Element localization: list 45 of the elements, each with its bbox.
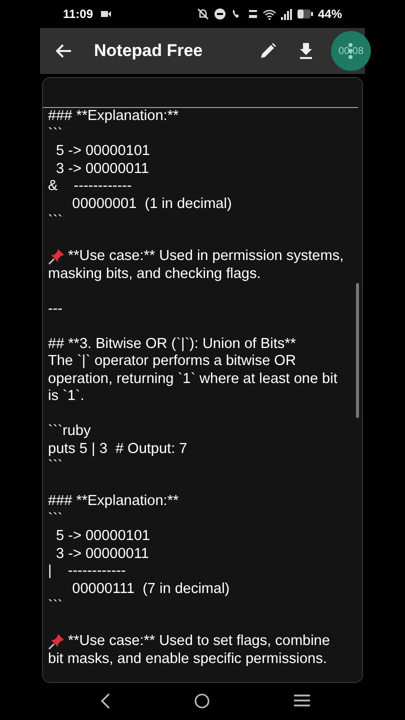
note-text-line: ### **Explanation:** [48, 108, 179, 126]
note-text-line: & ------------ [48, 178, 132, 196]
note-text-line: ### **Explanation:** [48, 493, 179, 510]
pushpin-icon [48, 248, 65, 266]
home-icon[interactable] [194, 692, 210, 708]
note-text-line: | ------------ [48, 563, 126, 580]
signal-icon [280, 8, 292, 20]
note-text-line: operation, returning `1` where at least one bit [48, 370, 338, 388]
download-icon[interactable] [299, 43, 313, 59]
note-text-line: ``` [48, 213, 62, 230]
note-text-line: 00000001 (1 in decimal) [71, 196, 232, 213]
note-text-line: ## **3. Bitwise OR (`|`): Union of Bits** [48, 336, 296, 353]
note-text-line: 3 -> 00000011 [55, 160, 149, 178]
note-text-line: puts 5 | 3 # Output: 7 [48, 440, 188, 458]
battery-icon [296, 9, 313, 19]
battery-percentage: 44% [318, 6, 342, 23]
pencil-icon[interactable] [259, 42, 277, 60]
note-text-line: ``` [48, 458, 62, 476]
note-text-line: bit masks, and enable specific permissions. [48, 650, 327, 668]
note-text-line: is `1`. [48, 388, 84, 406]
video-camera-icon [101, 10, 112, 18]
app-title: Notepad Free [94, 40, 203, 62]
note-text-line: ``` [48, 126, 62, 143]
note-text-line: 00000111 (7 in decimal) [71, 580, 230, 598]
note-text-line: 3 -> 00000011 [55, 546, 149, 563]
muted-bell-icon [196, 8, 209, 20]
recording-timer: 00:08 [331, 31, 371, 71]
note-text-line: masking bits, and checking flags. [48, 266, 261, 283]
back-icon[interactable] [100, 692, 110, 708]
scrollbar-thumb[interactable] [356, 283, 359, 418]
note-text-line: ```ruby [48, 423, 91, 440]
back-arrow-icon[interactable] [56, 44, 72, 58]
status-time: 11:09 [63, 6, 94, 23]
note-text-line: The `|` operator performs a bitwise OR [48, 353, 296, 370]
note-text-line: 5 -> 00000101 [55, 143, 150, 160]
pushpin-icon [48, 633, 65, 650]
note-text-line: ``` [48, 598, 62, 616]
do-not-disturb-icon [214, 8, 226, 20]
note-text-line: **Use case:** Used to set flags, combine [68, 633, 330, 650]
note-text-line: **Use case:** Used in permission systems, [68, 248, 344, 266]
note-text-line: --- [48, 300, 62, 318]
recent-apps-icon[interactable] [294, 694, 310, 707]
wifi-icon [262, 8, 276, 20]
note-text-line: ``` [48, 510, 62, 528]
note-text-line: 5 -> 00000101 [55, 528, 150, 546]
